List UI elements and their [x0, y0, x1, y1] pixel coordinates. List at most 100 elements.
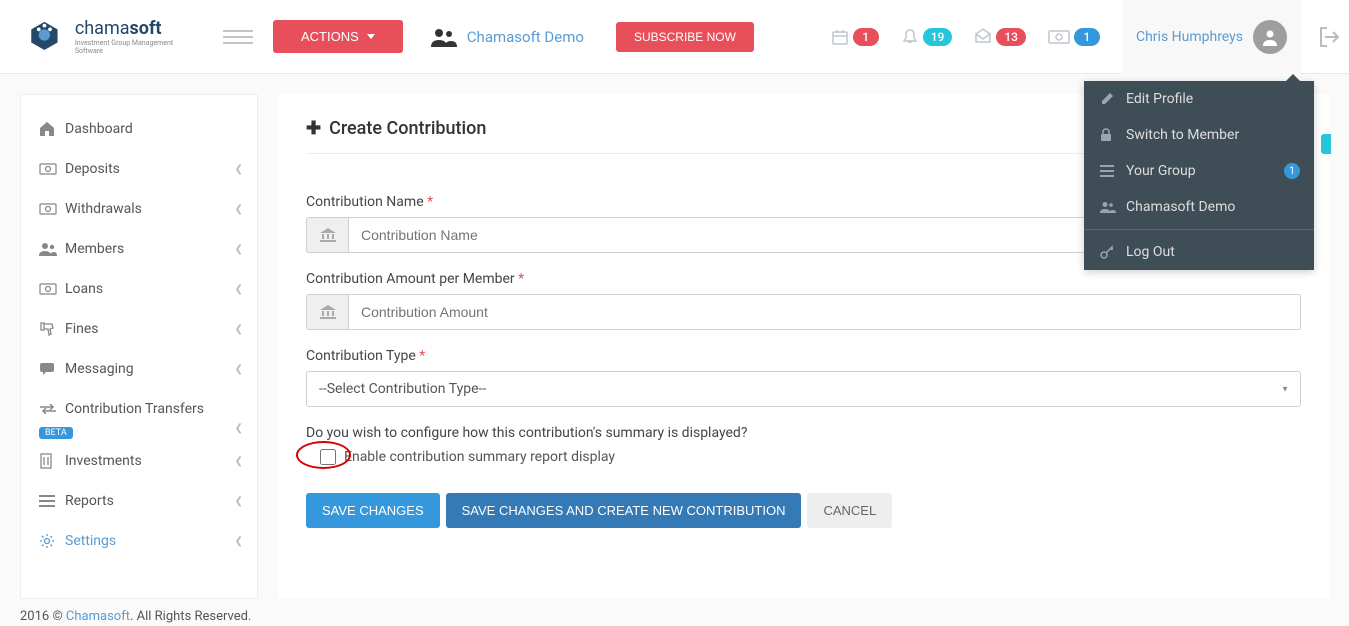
- gear-icon: [39, 533, 57, 549]
- dd-group-demo[interactable]: Chamasoft Demo: [1084, 189, 1314, 225]
- hamburger-icon[interactable]: [223, 30, 253, 44]
- user-name: Chris Humphreys: [1136, 29, 1243, 45]
- side-tab[interactable]: [1321, 134, 1331, 154]
- users-icon: [39, 242, 57, 256]
- sidebar-item-label: Reports: [65, 493, 114, 509]
- amount-label: Contribution Amount per Member *: [306, 271, 1301, 287]
- group-count-badge: 1: [1284, 163, 1300, 179]
- sidebar-item-loans[interactable]: Loans ❮: [21, 269, 257, 309]
- list-icon: [1100, 165, 1114, 177]
- chevron-right-icon: ❮: [235, 284, 243, 295]
- building-icon: [39, 453, 57, 469]
- subscribe-button[interactable]: SUBSCRIBE NOW: [616, 22, 754, 52]
- user-menu-trigger[interactable]: Chris Humphreys: [1122, 0, 1301, 74]
- money-icon: [39, 203, 57, 215]
- save-button[interactable]: SAVE CHANGES: [306, 493, 440, 528]
- chevron-right-icon: ❮: [235, 324, 243, 335]
- lines-icon: [39, 495, 57, 507]
- money-badge: 1: [1074, 28, 1100, 46]
- bank-icon: [306, 217, 348, 253]
- footer-link[interactable]: Chamasoft: [66, 609, 130, 624]
- beta-badge: BETA: [39, 427, 73, 439]
- chevron-right-icon: ❮: [235, 456, 243, 467]
- checkbox-label: Enable contribution summary report displ…: [344, 449, 615, 465]
- contribution-amount-input[interactable]: [348, 294, 1301, 330]
- dd-logout[interactable]: Log Out: [1084, 234, 1314, 270]
- footer: 2016 © Chamasoft. All Rights Reserved.: [20, 609, 251, 624]
- lock-icon: [1100, 128, 1114, 142]
- topbar: chamasoft Investment Group Management So…: [0, 0, 1349, 74]
- transfer-icon: [39, 404, 57, 414]
- money-icon: [39, 163, 57, 175]
- sidebar-item-withdrawals[interactable]: Withdrawals ❮: [21, 189, 257, 229]
- chevron-right-icon: ❮: [235, 364, 243, 375]
- group-link[interactable]: Chamasoft Demo: [431, 27, 584, 47]
- sidebar-item-label: Settings: [65, 533, 116, 549]
- users-icon: [1100, 201, 1114, 213]
- logout-icon[interactable]: [1319, 26, 1339, 48]
- sidebar-item-label: Members: [65, 241, 124, 257]
- sidebar-item-dashboard[interactable]: Dashboard: [21, 109, 257, 149]
- bell-badge: 19: [923, 28, 953, 46]
- button-row: SAVE CHANGES SAVE CHANGES AND CREATE NEW…: [306, 493, 1301, 528]
- enable-summary-checkbox[interactable]: [320, 449, 336, 465]
- bank-icon: [306, 294, 348, 330]
- chevron-right-icon: ❮: [235, 244, 243, 255]
- mail-icon: [974, 28, 992, 46]
- pencil-icon: [1100, 92, 1114, 106]
- amount-field-group: Contribution Amount per Member *: [306, 271, 1301, 330]
- sidebar-item-members[interactable]: Members ❮: [21, 229, 257, 269]
- sidebar-item-settings[interactable]: Settings ❮: [21, 521, 257, 561]
- sidebar-item-label: Withdrawals: [65, 201, 142, 217]
- avatar: [1253, 20, 1287, 54]
- topbar-right: 1 19 13 1 Chris Humphreys: [823, 0, 1349, 74]
- bell-notif[interactable]: 19: [893, 28, 961, 46]
- sidebar-item-label: Loans: [65, 281, 103, 297]
- dd-your-group[interactable]: Your Group 1: [1084, 153, 1314, 189]
- logo-icon: [20, 20, 69, 54]
- users-icon: [431, 27, 457, 47]
- calendar-badge: 1: [853, 28, 879, 46]
- plus-icon: ✚: [306, 118, 321, 139]
- money-icon: [39, 283, 57, 295]
- dropdown-separator: [1084, 229, 1314, 230]
- calendar-notif[interactable]: 1: [823, 28, 887, 46]
- chevron-down-icon: [367, 34, 375, 39]
- chevron-right-icon: ❮: [235, 423, 243, 434]
- chevron-right-icon: ❮: [235, 496, 243, 507]
- contribution-type-select[interactable]: --Select Contribution Type--: [306, 371, 1301, 407]
- logo-block[interactable]: chamasoft Investment Group Management So…: [0, 18, 215, 55]
- home-icon: [39, 121, 57, 137]
- mail-notif[interactable]: 13: [966, 28, 1034, 46]
- question-label: Do you wish to configure how this contri…: [306, 425, 1301, 441]
- calendar-icon: [831, 28, 849, 46]
- chevron-right-icon: ❮: [235, 164, 243, 175]
- cancel-button[interactable]: CANCEL: [807, 493, 892, 528]
- sidebar-item-contribution-transfers[interactable]: Contribution Transfers BETA ❮: [21, 389, 257, 441]
- sidebar-item-deposits[interactable]: Deposits ❮: [21, 149, 257, 189]
- money-icon: [1048, 30, 1070, 44]
- sidebar-item-label: Deposits: [65, 161, 120, 177]
- bell-icon: [901, 28, 919, 46]
- chevron-right-icon: ❮: [235, 204, 243, 215]
- checkbox-row: Enable contribution summary report displ…: [306, 449, 1301, 465]
- type-field-group: Contribution Type * --Select Contributio…: [306, 348, 1301, 407]
- sidebar-item-label: Dashboard: [65, 121, 133, 137]
- dd-edit-profile[interactable]: Edit Profile: [1084, 81, 1314, 117]
- dd-switch-member[interactable]: Switch to Member: [1084, 117, 1314, 153]
- money-notif[interactable]: 1: [1040, 28, 1108, 46]
- key-icon: [1100, 245, 1114, 259]
- save-and-new-button[interactable]: SAVE CHANGES AND CREATE NEW CONTRIBUTION: [446, 493, 802, 528]
- sidebar-item-label: Contribution Transfers: [65, 401, 204, 417]
- sidebar-item-reports[interactable]: Reports ❮: [21, 481, 257, 521]
- sidebar-item-messaging[interactable]: Messaging ❮: [21, 349, 257, 389]
- logo-text: chamasoft Investment Group Management So…: [75, 18, 195, 55]
- sidebar-item-investments[interactable]: Investments ❮: [21, 441, 257, 481]
- mail-badge: 13: [996, 28, 1026, 46]
- sidebar-item-fines[interactable]: Fines ❮: [21, 309, 257, 349]
- sidebar-item-label: Investments: [65, 453, 142, 469]
- sidebar: Dashboard Deposits ❮ Withdrawals ❮ Membe…: [20, 94, 258, 599]
- thumbs-down-icon: [39, 321, 57, 337]
- actions-button[interactable]: ACTIONS: [273, 20, 403, 53]
- user-dropdown: Edit Profile Switch to Member Your Group…: [1084, 81, 1314, 270]
